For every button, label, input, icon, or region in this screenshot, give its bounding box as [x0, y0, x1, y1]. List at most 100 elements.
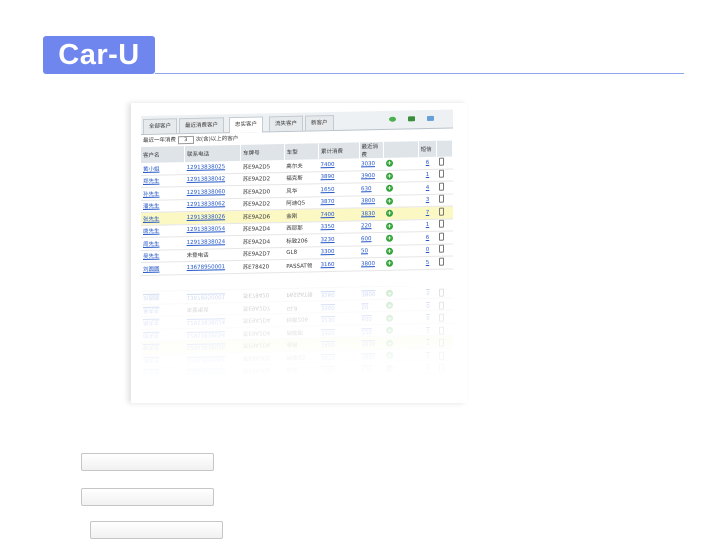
tab-3[interactable]: 流失客户: [269, 115, 304, 132]
brand-logo: Car-U: [43, 36, 155, 74]
col-header-0[interactable]: 客户名: [141, 146, 185, 163]
total-spend-link[interactable]: 3160: [321, 262, 335, 268]
tab-2[interactable]: 忠实客户: [229, 116, 264, 134]
add-icon[interactable]: +: [385, 159, 393, 168]
plate-cell: 苏E9A2D0: [242, 189, 271, 196]
col-header-2[interactable]: 车牌号: [240, 143, 285, 161]
customer-name-link[interactable]: 吴先生: [143, 254, 160, 260]
total-spend-link[interactable]: 7400: [321, 212, 335, 218]
customer-name-link[interactable]: 孙先生: [143, 191, 160, 197]
recent-spend-link[interactable]: 630: [361, 186, 372, 192]
recent-spend-link[interactable]: 3800: [361, 261, 375, 267]
add-icon[interactable]: +: [385, 259, 393, 268]
phone-link[interactable]: 13678950001: [187, 264, 226, 271]
mobile-phone-icon[interactable]: [438, 232, 444, 241]
model-cell: PASSAT领: [286, 263, 313, 270]
mail-icon[interactable]: [408, 116, 415, 122]
phone-link[interactable]: 12913838042: [187, 176, 226, 183]
mobile-phone-icon[interactable]: [438, 194, 444, 204]
plate-cell: 苏E9A2D5: [242, 164, 271, 171]
add-icon[interactable]: +: [385, 222, 393, 230]
export-icon[interactable]: [427, 115, 434, 122]
add-icon[interactable]: +: [385, 234, 393, 243]
col-header-6: [383, 141, 419, 158]
col-header-3[interactable]: 车型: [284, 143, 319, 160]
total-spend-link[interactable]: 7400: [321, 162, 335, 168]
header-divider: [155, 73, 684, 74]
sms-count-link[interactable]: 1: [426, 172, 430, 178]
mobile-phone-icon[interactable]: [438, 157, 444, 166]
table-reflection: 黄小姐12913838025苏E9A2D5高尔夫74003030+6郑先生129…: [141, 286, 453, 403]
customer-panel: 全部客户 最近消费客户 忠实客户 流失客户 新客户 最近一年消费 3 次(含)以上的客户…: [141, 109, 453, 275]
customer-name-link[interactable]: 唐先生: [143, 229, 160, 235]
add-icon[interactable]: +: [385, 247, 393, 255]
model-cell: 西耶那: [286, 225, 303, 233]
refresh-icon[interactable]: [389, 116, 396, 122]
col-header-1[interactable]: 联系电话: [184, 144, 241, 163]
total-spend-link[interactable]: 3870: [321, 199, 335, 205]
filter-suffix: 次(含)以上的客户: [195, 135, 239, 143]
plate-cell: 苏E9A2D6: [242, 214, 271, 221]
mobile-phone-icon[interactable]: [438, 257, 444, 266]
sms-count-link[interactable]: 0: [426, 247, 430, 253]
nav-pill-2[interactable]: [81, 488, 214, 506]
total-spend-link[interactable]: 3350: [321, 224, 335, 230]
sms-count-link[interactable]: 4: [426, 185, 430, 191]
tab-4[interactable]: 新客户: [305, 114, 334, 131]
total-spend-link[interactable]: 1650: [321, 187, 335, 193]
total-spend-link[interactable]: 3300: [321, 249, 335, 255]
recent-spend-link[interactable]: 220: [361, 223, 372, 229]
add-icon[interactable]: +: [385, 209, 393, 218]
recent-spend-link[interactable]: 3830: [361, 211, 375, 217]
customer-name-link[interactable]: 潘先生: [143, 204, 160, 210]
tab-0[interactable]: 全部客户: [143, 118, 178, 134]
app-preview-screenshot: 全部客户 最近消费客户 忠实客户 流失客户 新客户 最近一年消费 3 次(含)以上的客户…: [131, 103, 467, 403]
sms-count-link[interactable]: 7: [426, 210, 430, 216]
recent-spend-link[interactable]: 3030: [361, 161, 375, 167]
col-header-4[interactable]: 累计消费: [318, 142, 360, 160]
add-icon[interactable]: +: [385, 172, 393, 180]
phone-link[interactable]: 12913838025: [187, 164, 226, 171]
customer-name-link[interactable]: 周先生: [143, 241, 160, 247]
col-header-5[interactable]: 最近消费: [359, 141, 384, 159]
sms-count-link[interactable]: 1: [426, 222, 430, 228]
phone-link[interactable]: 12913838026: [187, 214, 226, 221]
phone-link: 未登电话: [186, 252, 209, 260]
add-icon[interactable]: +: [385, 197, 393, 205]
recent-spend-link[interactable]: 3800: [361, 198, 375, 204]
mobile-phone-icon[interactable]: [438, 169, 444, 179]
nav-pill-3[interactable]: [90, 521, 223, 539]
total-spend-link[interactable]: 3230: [321, 237, 335, 243]
mobile-phone-icon[interactable]: [438, 244, 444, 254]
phone-link[interactable]: 12913838062: [187, 201, 226, 208]
mobile-phone-icon[interactable]: [438, 207, 444, 216]
customer-table: 客户名 联系电话 车牌号 车型 累计消费 最近消费 短信 黄小姐 12913838025 苏E9…: [141, 140, 453, 275]
phone-link[interactable]: 12913838054: [187, 226, 226, 233]
add-icon[interactable]: +: [385, 184, 393, 193]
mobile-phone-icon[interactable]: [438, 219, 444, 229]
sms-count-link[interactable]: 5: [426, 260, 430, 266]
model-cell: GL8: [286, 249, 298, 257]
recent-spend-link[interactable]: 3900: [361, 173, 375, 179]
plate-cell: 苏E9A2D2: [242, 201, 271, 209]
recent-spend-link[interactable]: 50: [361, 248, 368, 254]
model-cell: 阿迪Q5: [286, 200, 306, 208]
model-cell: 福克斯: [286, 175, 303, 183]
filter-count-select[interactable]: 3: [177, 135, 194, 144]
recent-spend-link[interactable]: 600: [361, 236, 372, 242]
customer-name-link[interactable]: 郑先生: [143, 179, 160, 185]
model-cell: 高尔夫: [286, 163, 303, 170]
total-spend-link[interactable]: 3890: [321, 174, 335, 180]
mobile-phone-icon[interactable]: [438, 182, 444, 191]
sms-count-link[interactable]: 6: [426, 235, 430, 241]
phone-link[interactable]: 12913838024: [187, 239, 226, 246]
customer-name-link[interactable]: 黄小姐: [143, 166, 160, 172]
sms-count-link[interactable]: 3: [426, 197, 430, 203]
phone-link[interactable]: 12913838060: [187, 189, 226, 196]
col-header-7[interactable]: 短信: [418, 140, 437, 158]
sms-count-link[interactable]: 6: [426, 160, 430, 166]
tab-1[interactable]: 最近消费客户: [179, 117, 225, 134]
nav-pill-1[interactable]: [81, 453, 214, 471]
customer-name-link[interactable]: 张先生: [143, 216, 160, 222]
customer-name-link[interactable]: 刘圆圆: [143, 266, 160, 272]
